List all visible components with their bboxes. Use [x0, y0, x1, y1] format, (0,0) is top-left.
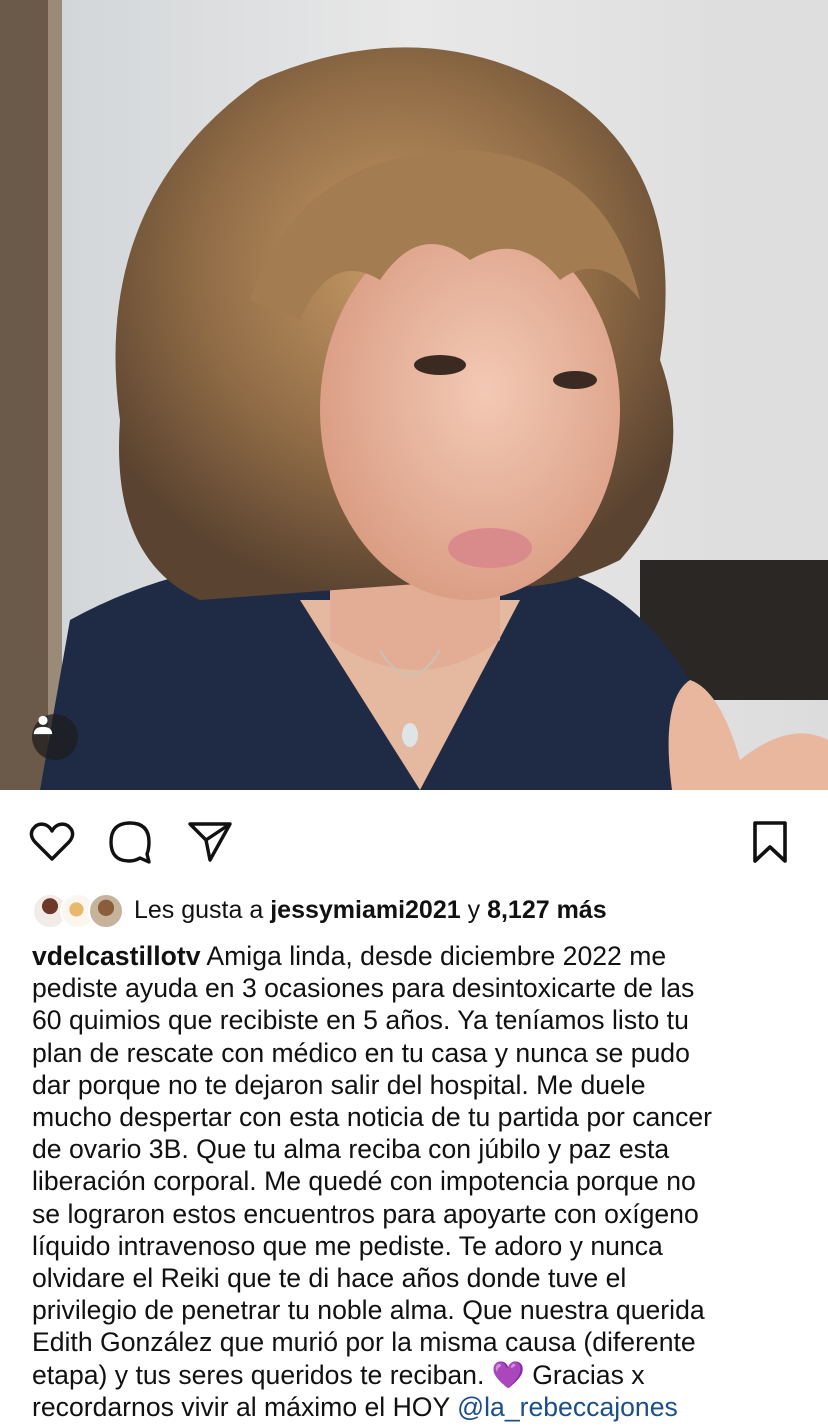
- caption-line: etapa) y tus seres queridos te reciban. …: [32, 1359, 645, 1390]
- bookmark-icon: [753, 821, 787, 863]
- caption-line: recordarnos vivir al máximo el HOY @la_r…: [32, 1391, 678, 1422]
- person-icon: [33, 715, 53, 735]
- caption-line: de ovario 3B. Que tu alma reciba con júb…: [32, 1134, 670, 1165]
- like-button[interactable]: [28, 818, 76, 866]
- caption-line: líquido intravenoso que me pediste. Te a…: [32, 1230, 663, 1261]
- save-button[interactable]: [746, 818, 794, 866]
- heart-icon: [29, 822, 75, 861]
- likes-count[interactable]: 8,127 más: [487, 896, 607, 924]
- share-button[interactable]: [186, 818, 234, 866]
- post-caption: vdelcastillotv Amiga linda, desde diciem…: [32, 940, 822, 1423]
- post-action-bar: [0, 810, 828, 874]
- comment-button[interactable]: [106, 818, 154, 866]
- liker-username[interactable]: jessymiami2021: [270, 896, 460, 924]
- likes-prefix: Les gusta a: [134, 895, 271, 924]
- comment-bubble-icon: [109, 821, 151, 864]
- likes-row[interactable]: Les gusta a jessymiami2021 y 8,127 más: [32, 890, 607, 930]
- caption-line: vdelcastillotv Amiga linda, desde diciem…: [32, 941, 667, 971]
- caption-line: se lograron estos encuentros para apoyar…: [32, 1198, 699, 1229]
- portrait-illustration: [0, 0, 828, 790]
- caption-line: liberación corporal. Me quedé con impote…: [32, 1166, 696, 1197]
- purple-heart-emoji: 💜: [491, 1359, 525, 1390]
- caption-line: dar porque no te dejaron salir del hospi…: [32, 1069, 646, 1100]
- caption-line: olvidare el Reiki que te di hace años do…: [32, 1263, 627, 1294]
- caption-author[interactable]: vdelcastillotv: [32, 941, 201, 971]
- caption-line: plan de rescate con médico en tu casa y …: [32, 1037, 690, 1068]
- caption-line: mucho despertar con esta noticia de tu p…: [32, 1102, 713, 1133]
- caption-line: privilegio de penetrar tu noble alma. Qu…: [32, 1295, 705, 1326]
- post-photo[interactable]: [0, 0, 828, 790]
- likes-middle: y: [460, 895, 488, 924]
- mention-link[interactable]: @la_rebeccajones: [457, 1392, 678, 1422]
- caption-line: Edith González que murió por la misma ca…: [32, 1327, 696, 1358]
- liker-avatars: [32, 892, 124, 929]
- avatar: [88, 893, 124, 929]
- tagged-user-button[interactable]: [32, 714, 78, 760]
- paper-plane-icon: [188, 822, 232, 862]
- caption-line: pediste ayuda en 3 ocasiones para desint…: [32, 973, 695, 1004]
- likes-summary: Les gusta a jessymiami2021 y 8,127 más: [134, 896, 607, 925]
- caption-line: 60 quimios que recibiste en 5 años. Ya t…: [32, 1005, 689, 1036]
